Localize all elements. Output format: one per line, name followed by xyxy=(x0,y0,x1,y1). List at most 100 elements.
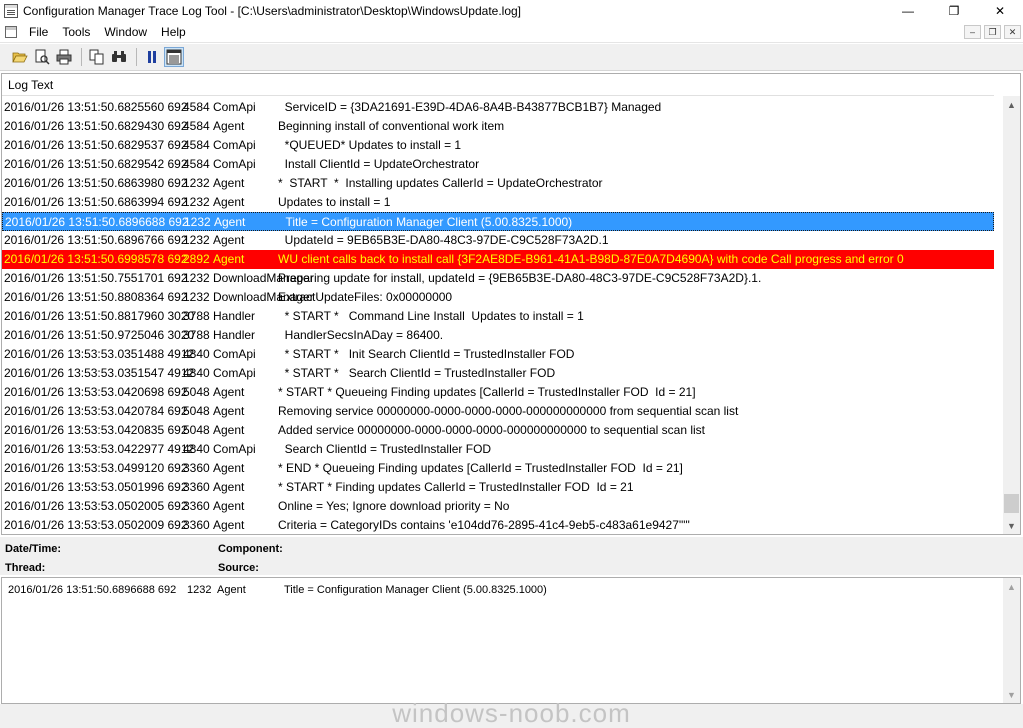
log-date: 2016/01/26 13:51:50.7551701 692 xyxy=(4,271,188,285)
log-scrollbar[interactable]: ▲ ▼ xyxy=(1003,96,1020,534)
log-row[interactable]: 2016/01/26 13:53:53.0422977 4912 4840 ComA… xyxy=(2,440,994,459)
log-thread: 4840 xyxy=(183,366,210,380)
print-preview-icon[interactable] xyxy=(32,47,52,67)
log-text-header[interactable]: Log Text xyxy=(2,74,994,96)
log-message: Preparing update for install, updateId =… xyxy=(278,271,762,285)
menu-bar: File Tools Window Help – ❐ ✕ xyxy=(0,22,1023,43)
log-message: Title = Configuration Manager Client (5.… xyxy=(279,215,573,229)
detail-text-box[interactable]: 2016/01/26 13:51:50.6896688 692 1232 Age… xyxy=(1,577,1021,704)
log-thread: 4584 xyxy=(183,119,210,133)
log-row[interactable]: 2016/01/26 13:53:53.0420784 692 5048 Agent… xyxy=(2,402,994,421)
log-row[interactable]: 2016/01/26 13:53:53.0351488 4912 4840 ComA… xyxy=(2,345,994,364)
log-thread: 1232 xyxy=(183,233,210,247)
log-date: 2016/01/26 13:51:50.6825560 692 xyxy=(4,100,188,114)
log-row-error[interactable]: 2016/01/26 13:51:50.6998578 692 2892 Agent… xyxy=(2,250,994,269)
thread-label: Thread: xyxy=(5,562,46,574)
print-icon[interactable] xyxy=(54,47,74,67)
log-list[interactable]: Log Text 2016/01/26 13:51:50.6825560 692… xyxy=(1,73,1021,535)
details-pane-icon[interactable] xyxy=(164,47,184,67)
mdi-restore-button[interactable]: ❐ xyxy=(984,25,1001,39)
find-icon[interactable] xyxy=(109,47,129,67)
log-message: Added service 00000000-0000-0000-0000-00… xyxy=(278,423,705,437)
log-thread: 1232 xyxy=(183,271,210,285)
close-button[interactable]: ✕ xyxy=(977,0,1023,22)
log-message: Beginning install of conventional work i… xyxy=(278,119,505,133)
log-row[interactable]: 2016/01/26 13:53:53.0501996 692 3360 Agent… xyxy=(2,478,994,497)
log-thread: 1232 xyxy=(183,290,210,304)
log-message: Removing service 00000000-0000-0000-0000… xyxy=(278,404,739,418)
log-date: 2016/01/26 13:53:53.0420784 692 xyxy=(4,404,188,418)
log-row[interactable]: 2016/01/26 13:53:53.0351547 4912 4840 ComA… xyxy=(2,364,994,383)
log-thread: 2892 xyxy=(183,252,210,266)
log-component: Handler xyxy=(213,328,256,342)
log-message: ServiceID = {3DA21691-E39D-4DA6-8A4B-B43… xyxy=(278,100,662,114)
window-title: Configuration Manager Trace Log Tool - [… xyxy=(23,4,522,18)
log-date: 2016/01/26 13:53:53.0501996 692 xyxy=(4,480,188,494)
detail-scroll-up-icon[interactable]: ▲ xyxy=(1003,578,1020,595)
log-row[interactable]: 2016/01/26 13:51:50.6863980 692 1232 Agent… xyxy=(2,174,994,193)
log-thread: 3360 xyxy=(183,461,210,475)
detail-date: 2016/01/26 13:51:50.6896688 692 xyxy=(8,584,177,596)
pause-icon[interactable] xyxy=(142,47,162,67)
log-row[interactable]: 2016/01/26 13:51:50.8817960 3020 3788 Hand… xyxy=(2,307,994,326)
log-row[interactable]: 2016/01/26 13:53:53.0420698 692 5048 Agent… xyxy=(2,383,994,402)
log-component: Agent xyxy=(213,480,245,494)
log-component: Agent xyxy=(213,233,245,247)
log-date: 2016/01/26 13:53:53.0502005 692 xyxy=(4,499,188,513)
log-component: Agent xyxy=(213,385,245,399)
copy-icon[interactable] xyxy=(87,47,107,67)
menu-tools[interactable]: Tools xyxy=(56,25,98,39)
log-component: Agent xyxy=(213,119,245,133)
log-component: ComApi xyxy=(213,442,256,456)
log-date: 2016/01/26 13:53:53.0422977 4912 xyxy=(4,442,195,456)
log-rows: 2016/01/26 13:51:50.6825560 692 4584 ComAp… xyxy=(2,98,994,535)
scroll-down-icon[interactable]: ▼ xyxy=(1003,517,1020,534)
document-icon[interactable] xyxy=(5,26,17,38)
log-row[interactable]: 2016/01/26 13:51:50.6863994 692 1232 Agent… xyxy=(2,193,994,212)
log-row[interactable]: 2016/01/26 13:51:50.6825560 692 4584 ComAp… xyxy=(2,98,994,117)
log-message: Updates to install = 1 xyxy=(278,195,391,209)
log-row[interactable]: 2016/01/26 13:51:50.6829537 692 4584 ComAp… xyxy=(2,136,994,155)
log-component: ComApi xyxy=(213,138,256,152)
log-row[interactable]: 2016/01/26 13:51:50.6829542 692 4584 ComAp… xyxy=(2,155,994,174)
log-row[interactable]: 2016/01/26 13:53:53.0499120 692 3360 Agent… xyxy=(2,459,994,478)
log-row[interactable]: 2016/01/26 13:53:53.0502005 692 3360 Agent… xyxy=(2,497,994,516)
log-row[interactable]: 2016/01/26 13:53:53.0420835 692 5048 Agent… xyxy=(2,421,994,440)
log-date: 2016/01/26 13:53:53.0351547 4912 xyxy=(4,366,195,380)
menu-file[interactable]: File xyxy=(23,25,56,39)
log-component: ComApi xyxy=(213,366,256,380)
toolbar xyxy=(0,44,1023,71)
detail-message: Title = Configuration Manager Client (5.… xyxy=(284,584,547,596)
detail-scrollbar[interactable]: ▲ ▼ xyxy=(1003,578,1020,703)
scroll-up-icon[interactable]: ▲ xyxy=(1003,96,1020,113)
log-date: 2016/01/26 13:51:50.6896766 692 xyxy=(4,233,188,247)
log-date: 2016/01/26 13:51:50.8808364 692 xyxy=(4,290,188,304)
mdi-minimize-button[interactable]: – xyxy=(964,25,981,39)
log-row-selected[interactable]: 2016/01/26 13:51:50.6896688 692 1232 Agent… xyxy=(2,212,994,231)
log-date: 2016/01/26 13:51:50.9725046 3020 xyxy=(4,328,195,342)
menu-help[interactable]: Help xyxy=(155,25,194,39)
log-date: 2016/01/26 13:51:50.6998578 692 xyxy=(4,252,188,266)
minimize-button[interactable]: — xyxy=(885,0,931,22)
log-row[interactable]: 2016/01/26 13:51:50.9725046 3020 3788 Hand… xyxy=(2,326,994,345)
log-date: 2016/01/26 13:53:53.0351488 4912 xyxy=(4,347,195,361)
detail-component: Agent xyxy=(217,584,246,596)
log-message: UpdateId = 9EB65B3E-DA80-48C3-97DE-C9C52… xyxy=(278,233,609,247)
log-row[interactable]: 2016/01/26 13:53:53.0502009 692 3360 Agent… xyxy=(2,516,994,535)
log-date: 2016/01/26 13:51:50.6863980 692 xyxy=(4,176,188,190)
menu-window[interactable]: Window xyxy=(98,25,155,39)
log-date: 2016/01/26 13:51:50.6829537 692 xyxy=(4,138,188,152)
log-component: Agent xyxy=(213,423,245,437)
maximize-button[interactable]: ❐ xyxy=(931,0,977,22)
log-row[interactable]: 2016/01/26 13:51:50.6896766 692 1232 Agent… xyxy=(2,231,994,250)
scroll-thumb[interactable] xyxy=(1004,494,1019,513)
log-row[interactable]: 2016/01/26 13:51:50.7551701 692 1232 Downl… xyxy=(2,269,994,288)
watermark: windows-noob.com xyxy=(392,698,631,728)
mdi-close-button[interactable]: ✕ xyxy=(1004,25,1021,39)
log-row[interactable]: 2016/01/26 13:51:50.6829430 692 4584 Agent… xyxy=(2,117,994,136)
log-message: * START * Finding updates CallerId = Tru… xyxy=(278,480,634,494)
open-icon[interactable] xyxy=(10,47,30,67)
log-message: WU client calls back to install call {3F… xyxy=(278,252,904,266)
log-row[interactable]: 2016/01/26 13:51:50.8808364 692 1232 Downl… xyxy=(2,288,994,307)
log-thread: 4840 xyxy=(183,347,210,361)
